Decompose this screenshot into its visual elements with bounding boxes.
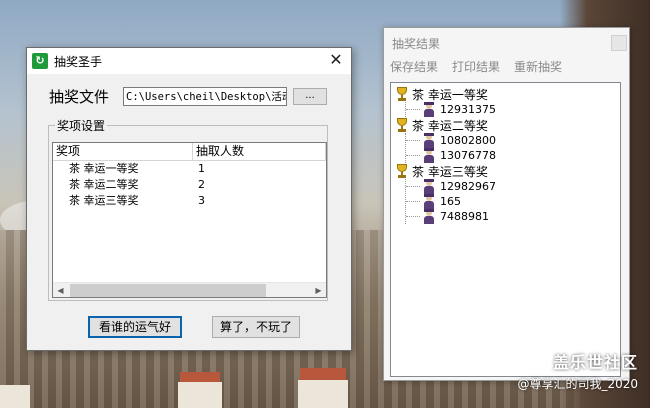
table-row[interactable]: 茶 幸运二等奖 2: [53, 177, 326, 193]
tree-leaf[interactable]: 10802800: [406, 132, 620, 148]
person-icon: [423, 147, 435, 163]
results-menu: 保存结果 打印结果 重新抽奖: [384, 58, 629, 76]
prize-group-name: 茶 幸运一等奖: [412, 87, 488, 102]
file-row: 抽奖文件 C:\Users\cheil\Desktop\活动抽 ...: [49, 86, 327, 107]
tree-leaf[interactable]: 7488981: [406, 208, 620, 224]
dialog-titlebar[interactable]: ↻ 抽奖圣手 ✕: [27, 48, 351, 74]
winner-id: 13076778: [440, 149, 496, 162]
winner-id: 12982967: [440, 180, 496, 193]
prize-group-name: 茶 幸运三等奖: [412, 164, 488, 179]
dialog-title: 抽奖圣手: [54, 54, 103, 69]
tree-group-row[interactable]: 茶 幸运二等奖: [395, 117, 620, 133]
tree-group-row[interactable]: 茶 幸运一等奖: [395, 86, 620, 102]
tree-leaf[interactable]: 165: [406, 193, 620, 209]
browse-button[interactable]: ...: [293, 88, 327, 105]
person-icon: [423, 208, 435, 224]
file-path-input[interactable]: C:\Users\cheil\Desktop\活动抽: [123, 87, 287, 106]
results-window: 抽奖结果 保存结果 打印结果 重新抽奖 茶 幸运一等奖 12931375 茶 幸…: [383, 27, 630, 381]
menu-save-results[interactable]: 保存结果: [390, 58, 438, 76]
winner-id: 12931375: [440, 103, 496, 116]
table-row[interactable]: 茶 幸运三等奖 3: [53, 193, 326, 209]
results-titlebar[interactable]: 抽奖结果: [384, 28, 629, 58]
watermark: 盖乐世社区 @尊享汇的司我_2020: [517, 349, 638, 392]
tree-group-row[interactable]: 茶 幸运三等奖: [395, 163, 620, 179]
tree-group: 茶 幸运三等奖 12982967 165 7488981: [391, 163, 620, 224]
watermark-title: 盖乐世社区: [552, 353, 638, 372]
tree-leaf[interactable]: 12982967: [406, 178, 620, 194]
scroll-left-icon[interactable]: ◀: [53, 283, 68, 298]
tree-group: 茶 幸运二等奖 10802800 13076778: [391, 117, 620, 163]
person-icon: [423, 132, 435, 148]
prize-group-name: 茶 幸运二等奖: [412, 118, 488, 133]
tree-leaf[interactable]: 12931375: [406, 101, 620, 117]
prize-count: 2: [198, 178, 205, 191]
trophy-icon: [395, 118, 409, 132]
prize-count: 3: [198, 194, 205, 207]
app-logo-icon: ↻: [32, 53, 48, 69]
column-header-count[interactable]: 抽取人数: [193, 143, 326, 160]
person-icon: [423, 101, 435, 117]
person-icon: [423, 193, 435, 209]
winner-id: 7488981: [440, 210, 489, 223]
lottery-dialog: ↻ 抽奖圣手 ✕ 抽奖文件 C:\Users\cheil\Desktop\活动抽…: [26, 47, 352, 351]
tree-group: 茶 幸运一等奖 12931375: [391, 86, 620, 117]
menu-redraw[interactable]: 重新抽奖: [514, 58, 562, 76]
trophy-icon: [395, 164, 409, 178]
scrollbar-thumb[interactable]: [70, 283, 266, 297]
winner-id: 165: [440, 195, 461, 208]
prize-settings-group: 奖项设置 奖项 抽取人数 茶 幸运一等奖 1 茶 幸运二等奖 2 茶 幸运三等奖…: [48, 117, 328, 301]
winner-id: 10802800: [440, 134, 496, 147]
quit-button[interactable]: 算了，不玩了: [212, 316, 300, 338]
menu-print-results[interactable]: 打印结果: [452, 58, 500, 76]
person-icon: [423, 178, 435, 194]
scroll-right-icon[interactable]: ▶: [311, 283, 326, 298]
prize-count: 1: [198, 162, 205, 175]
results-tree[interactable]: 茶 幸运一等奖 12931375 茶 幸运二等奖 10802800 130767…: [390, 82, 621, 377]
horizontal-scrollbar[interactable]: ◀ ▶: [53, 282, 326, 297]
results-title: 抽奖结果: [392, 36, 441, 51]
prize-list[interactable]: 奖项 抽取人数 茶 幸运一等奖 1 茶 幸运二等奖 2 茶 幸运三等奖 3 ◀ …: [52, 142, 327, 298]
close-icon[interactable]: ✕: [321, 48, 351, 74]
draw-button[interactable]: 看谁的运气好: [88, 316, 182, 338]
prize-list-header: 奖项 抽取人数: [53, 143, 326, 161]
prize-settings-label: 奖项设置: [55, 117, 108, 134]
results-close-button[interactable]: [611, 35, 627, 51]
column-header-prize[interactable]: 奖项: [53, 143, 193, 160]
table-row[interactable]: 茶 幸运一等奖 1: [53, 161, 326, 177]
watermark-subtitle: @尊享汇的司我_2020: [517, 377, 638, 391]
file-label: 抽奖文件: [49, 88, 110, 106]
trophy-icon: [395, 87, 409, 101]
tree-leaf[interactable]: 13076778: [406, 147, 620, 163]
